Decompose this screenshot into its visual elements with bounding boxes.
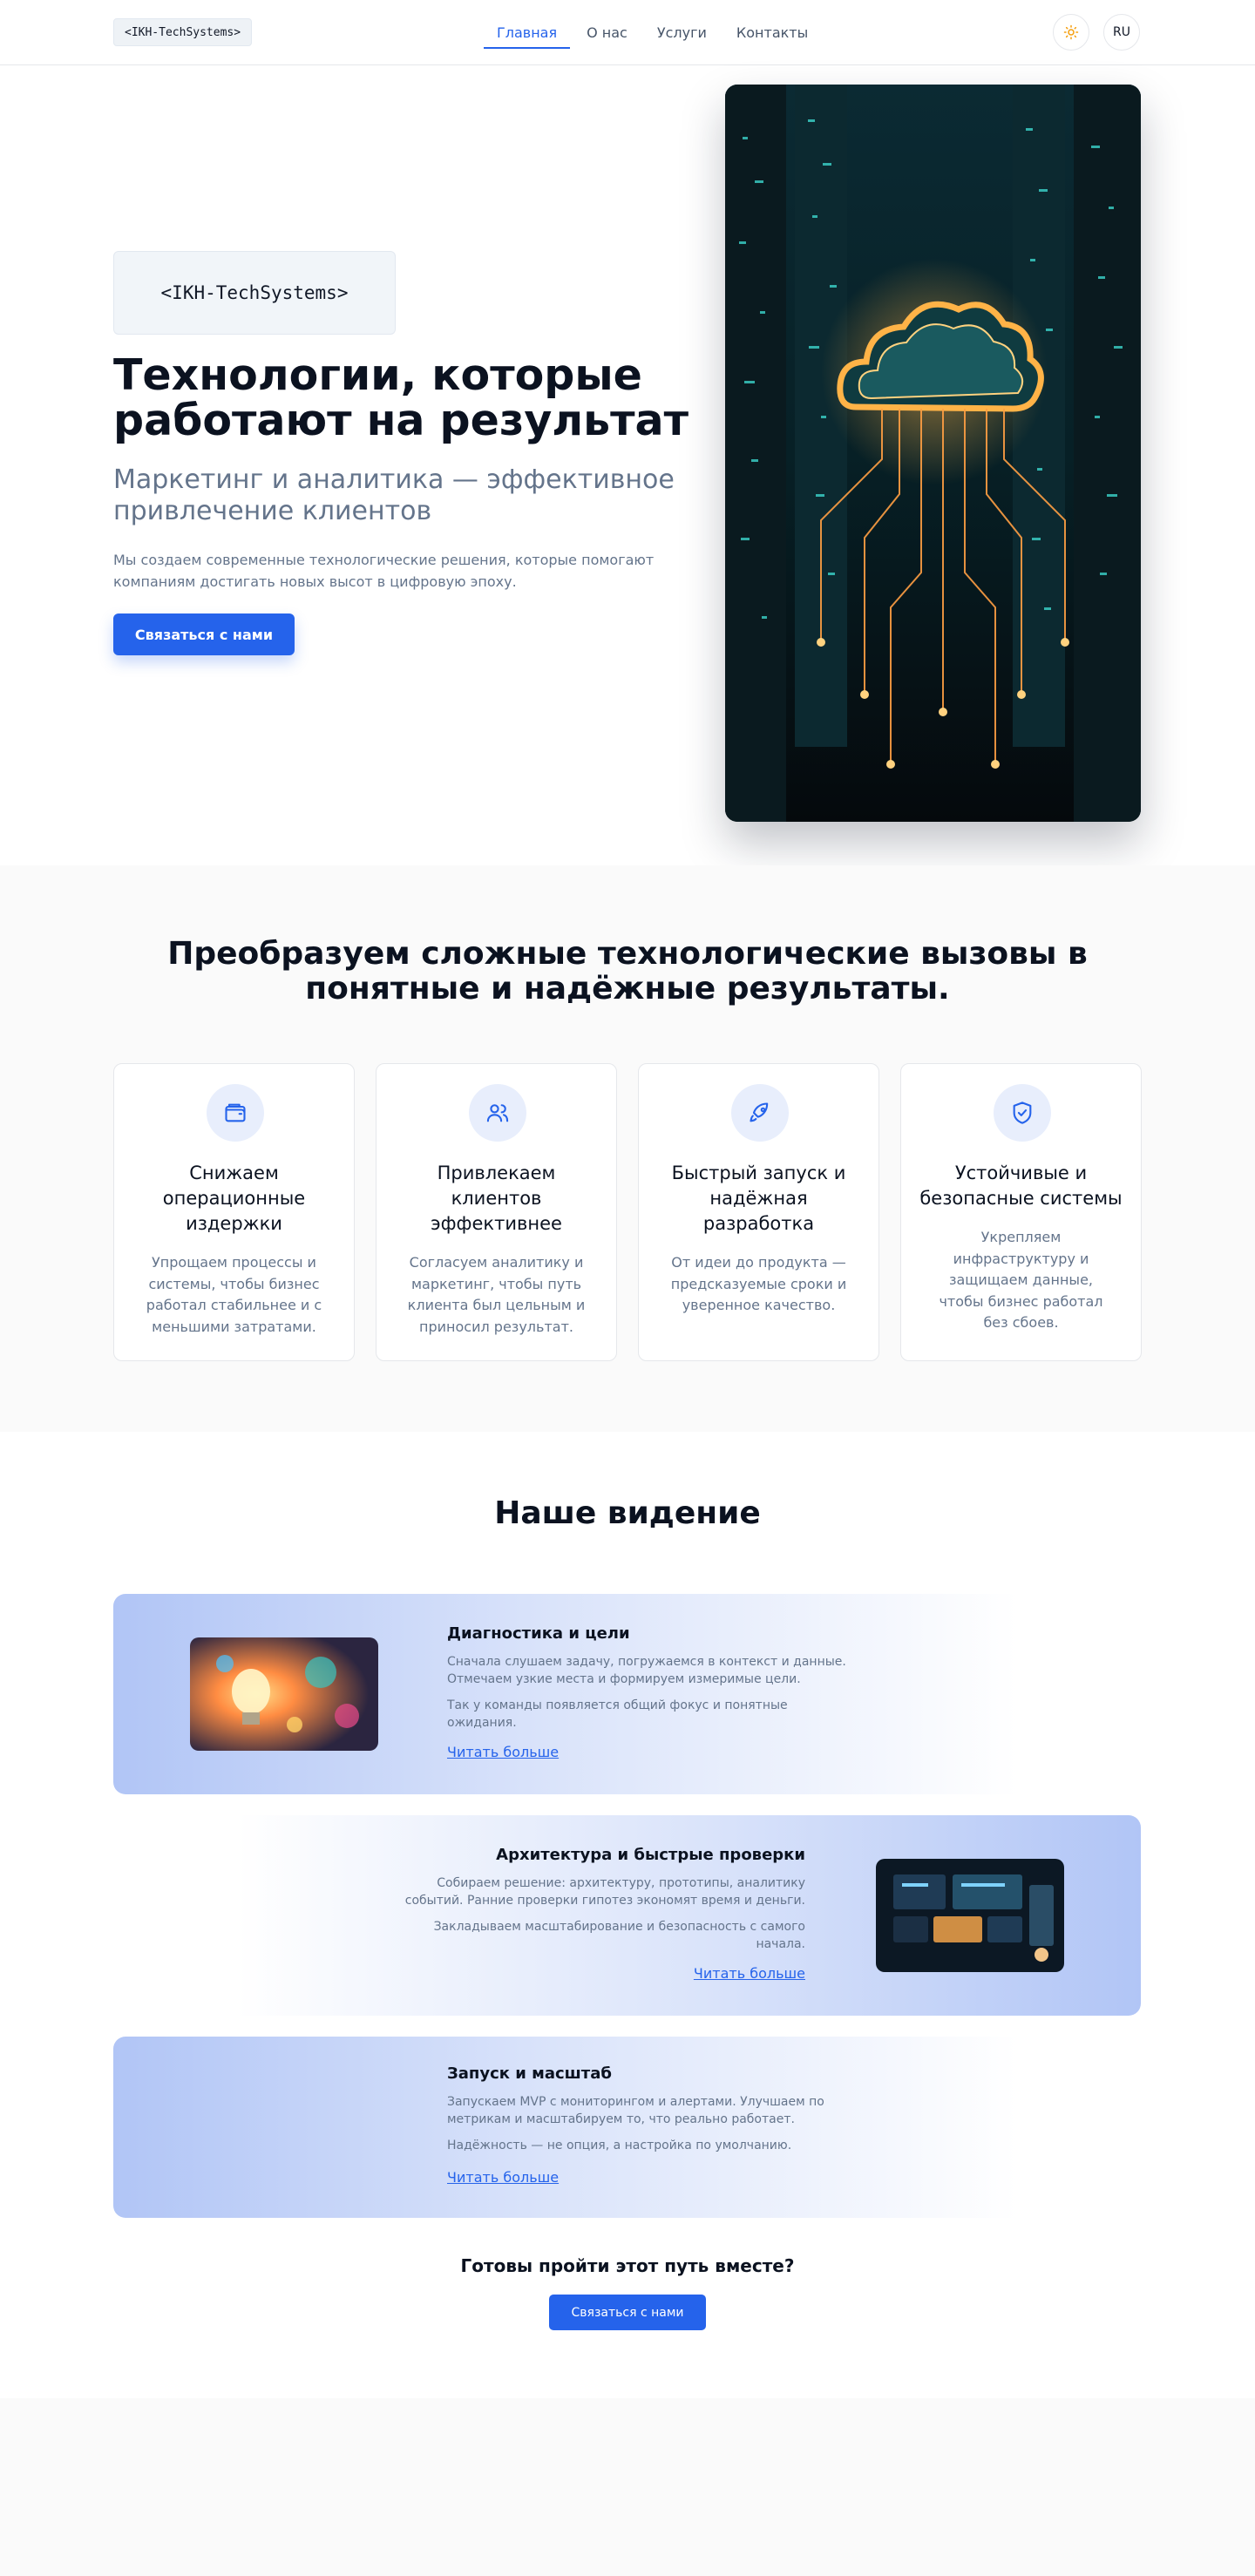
feature-card-title: Устойчивые и безопасные системы: [919, 1163, 1123, 1209]
read-more-link[interactable]: Читать больше: [694, 1965, 805, 1982]
sun-icon: [1063, 24, 1079, 40]
theme-toggle-button[interactable]: [1053, 14, 1089, 51]
users-icon: [469, 1084, 526, 1142]
feature-card-title: Снижаем операционные издержки: [162, 1163, 306, 1234]
cta-contact-button[interactable]: Связаться с нами: [549, 2295, 706, 2330]
shield-check-icon: [994, 1084, 1051, 1142]
feature-card: Быстрый запуск и надёжная разработка От …: [638, 1063, 879, 1361]
vision-item-text: Закладываем масштабирование и безопаснос…: [433, 1920, 805, 1951]
logo[interactable]: <IKH-TechSystems>: [113, 18, 253, 46]
feature-card-text: Упрощаем процессы и системы, чтобы бизне…: [146, 1254, 322, 1335]
hero-subtitle: Маркетинг и аналитика — эффективное прив…: [113, 464, 675, 526]
wallet-icon: [207, 1084, 264, 1142]
hero-description: Мы создаем современные технологические р…: [113, 552, 655, 590]
vision-item-text: Так у команды появляется общий фокус и п…: [447, 1698, 788, 1730]
feature-card-title: Быстрый запуск и надёжная разработка: [671, 1163, 846, 1234]
language-button[interactable]: RU: [1103, 14, 1140, 51]
bulb-ideas-image: [190, 1637, 378, 1751]
hero-title: Технологии, которые работают на результа…: [113, 350, 689, 445]
site-header: <IKH-TechSystems> Главная О нас Услуги К…: [0, 0, 1255, 65]
contact-us-button[interactable]: Связаться с нами: [113, 613, 295, 655]
feature-card-text: От идеи до продукта — предсказуемые срок…: [670, 1254, 847, 1313]
features-title: Преобразуем сложные технологические вызо…: [167, 936, 1088, 1007]
vision-item-title: Запуск и масштаб: [447, 2064, 612, 2083]
vision-item-title: Диагностика и цели: [447, 1624, 630, 1643]
vision-item-launch: Запуск и масштаб Запускаем MVP с монитор…: [113, 2037, 1141, 2218]
vision-item-architecture: Архитектура и быстрые проверки Собираем …: [113, 1815, 1141, 2016]
vision-title: Наше видение: [494, 1495, 761, 1531]
rocket-icon: [731, 1084, 789, 1142]
nav-item-services[interactable]: Услуги: [644, 0, 720, 65]
feature-card: Снижаем операционные издержки Упрощаем п…: [113, 1063, 355, 1361]
feature-card: Устойчивые и безопасные системы Укрепляе…: [900, 1063, 1142, 1361]
feature-card: Привлекаем клиентов эффективнее Согласуе…: [376, 1063, 617, 1361]
vision-item-text: Сначала слушаем задачу, погружаемся в ко…: [447, 1655, 846, 1686]
nav-item-home[interactable]: Главная: [484, 0, 571, 65]
hero-badge: <IKH-TechSystems>: [113, 251, 396, 335]
main-nav: Главная О нас Услуги Контакты: [484, 0, 824, 65]
hero-cloud-datacenter-image: [725, 85, 1141, 822]
dashboard-ui-image: [876, 1859, 1064, 1972]
read-more-link[interactable]: Читать больше: [447, 2169, 559, 2186]
footer-area: [0, 2398, 1255, 2576]
vision-item-text: Запускаем MVP с мониторингом и алертами.…: [447, 2095, 824, 2126]
feature-card-title: Привлекаем клиентов эффективнее: [431, 1163, 562, 1234]
read-more-link[interactable]: Читать больше: [447, 1744, 559, 1760]
vision-item-diagnostics: Диагностика и цели Сначала слушаем задач…: [113, 1594, 1141, 1794]
feature-card-text: Укрепляем инфраструктуру и защищаем данн…: [939, 1229, 1103, 1331]
vision-item-text: Собираем решение: архитектуру, прототипы…: [404, 1876, 805, 1908]
cta-title: Готовы пройти этот путь вместе?: [460, 2255, 795, 2276]
nav-item-contacts[interactable]: Контакты: [723, 0, 821, 65]
vision-item-title: Архитектура и быстрые проверки: [496, 1846, 805, 1864]
vision-item-text: Надёжность — не опция, а настройка по ум…: [447, 2139, 792, 2152]
feature-card-text: Согласуем аналитику и маркетинг, чтобы п…: [407, 1254, 586, 1335]
nav-item-about[interactable]: О нас: [573, 0, 641, 65]
